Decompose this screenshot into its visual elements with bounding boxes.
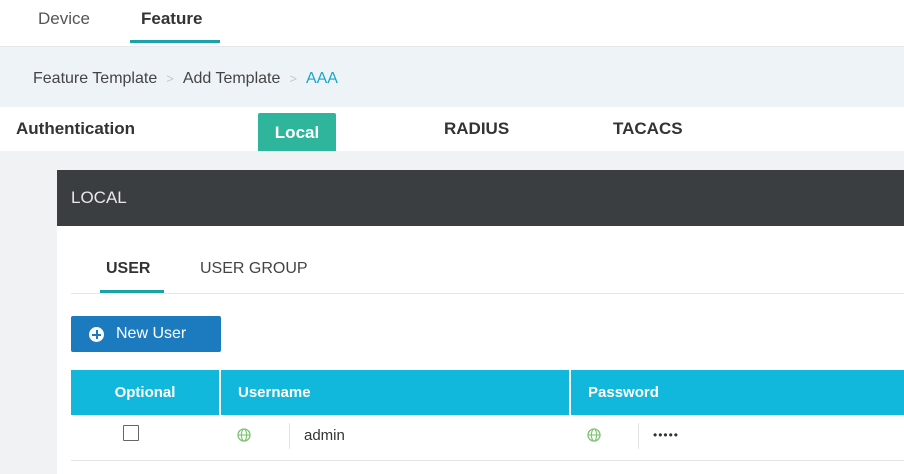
sub-tab-divider — [71, 293, 904, 294]
authentication-label: Authentication — [16, 119, 135, 138]
column-header-username[interactable]: Username — [221, 370, 569, 415]
tab-feature[interactable]: Feature — [141, 9, 202, 29]
breadcrumb-separator: > — [166, 71, 174, 86]
tab-device[interactable]: Device — [38, 9, 90, 29]
new-user-button-label: New User — [116, 325, 187, 342]
password-field[interactable]: ••••• — [653, 428, 679, 442]
username-field[interactable]: admin — [304, 427, 345, 444]
top-tab-bar: Device Feature — [0, 0, 904, 46]
table-header: Optional Username Password — [71, 370, 904, 415]
active-tab-indicator — [130, 40, 220, 43]
plus-circle-icon — [89, 327, 104, 342]
optional-checkbox[interactable] — [123, 425, 139, 441]
breadcrumb-separator: > — [289, 71, 297, 86]
tab-local[interactable]: Local — [258, 113, 336, 153]
globe-icon[interactable] — [587, 428, 601, 442]
breadcrumb-bar: Feature Template > Add Template > AAA — [0, 46, 904, 108]
tab-tacacs[interactable]: TACACS — [613, 119, 683, 139]
breadcrumb-add-template[interactable]: Add Template — [183, 70, 281, 87]
tab-radius[interactable]: RADIUS — [444, 119, 509, 139]
cell-separator — [289, 423, 290, 449]
local-panel: LOCAL USER USER GROUP New User Optional … — [57, 170, 904, 474]
new-user-button[interactable]: New User — [71, 316, 221, 352]
panel-title: LOCAL — [71, 188, 127, 207]
breadcrumb-current: AAA — [305, 70, 338, 87]
column-header-password[interactable]: Password — [571, 370, 904, 415]
breadcrumb-feature-template[interactable]: Feature Template — [33, 70, 157, 87]
tab-user-group[interactable]: USER GROUP — [200, 260, 308, 278]
column-header-optional[interactable]: Optional — [71, 370, 219, 415]
authentication-tab-row: Authentication Local RADIUS TACACS — [0, 107, 904, 153]
panel-header: LOCAL — [57, 170, 904, 226]
cell-separator — [638, 423, 639, 449]
tab-user[interactable]: USER — [106, 260, 150, 278]
breadcrumb: Feature Template > Add Template > AAA — [33, 70, 338, 88]
table-row: admin ••••• — [71, 415, 904, 461]
globe-icon[interactable] — [237, 428, 251, 442]
